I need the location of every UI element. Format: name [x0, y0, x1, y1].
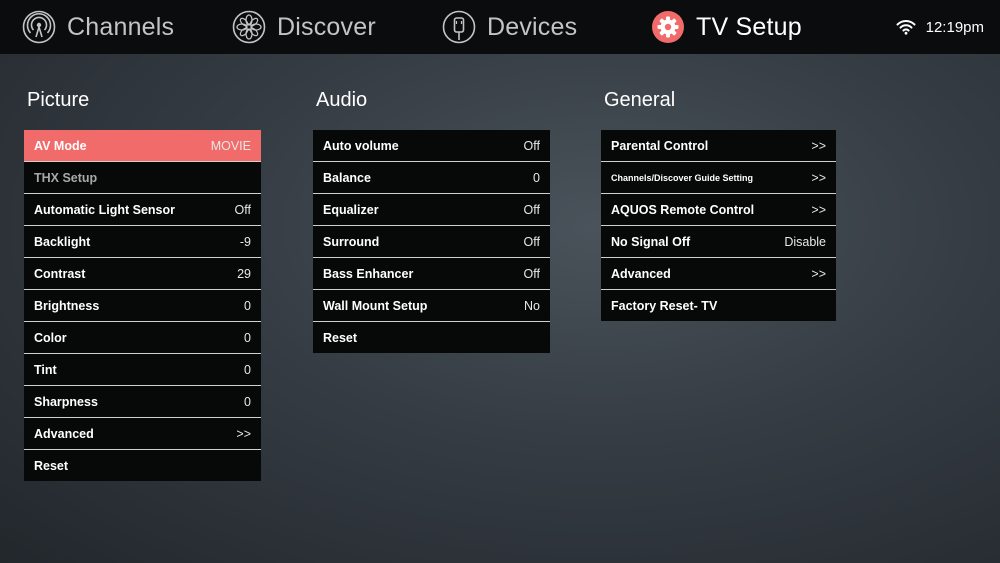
item-label: Reset: [34, 458, 69, 473]
item-value: MOVIE: [210, 138, 251, 153]
item-value: No: [524, 298, 540, 313]
audio-title: Audio: [316, 89, 368, 111]
audio-menu: Auto volume Off Balance 0 Equalizer Off …: [313, 130, 550, 353]
picture-item-sharpness[interactable]: Sharpness 0: [24, 386, 261, 418]
picture-section: Picture AV Mode MOVIE THX Setup Automati…: [24, 86, 261, 481]
audio-item-balance[interactable]: Balance 0: [313, 162, 550, 194]
picture-item-reset[interactable]: Reset: [24, 450, 261, 481]
picture-item-advanced[interactable]: Advanced >>: [24, 418, 261, 450]
picture-item-color[interactable]: Color 0: [24, 322, 261, 354]
nav-discover-label: Discover: [277, 12, 376, 41]
item-label: Advanced: [34, 426, 94, 441]
item-label: Bass Enhancer: [323, 266, 414, 281]
item-value: Disable: [784, 234, 826, 249]
item-value: >>: [236, 426, 251, 441]
devices-icon: [442, 10, 476, 44]
audio-item-surround[interactable]: Surround Off: [313, 226, 550, 258]
item-label: Brightness: [34, 298, 100, 313]
discover-icon: [232, 10, 266, 44]
item-label: Reset: [323, 330, 358, 345]
item-value: 0: [244, 362, 251, 377]
general-item-factory-reset[interactable]: Factory Reset- TV: [601, 290, 836, 321]
nav-channels[interactable]: Channels: [22, 0, 174, 54]
item-value: 0: [244, 298, 251, 313]
audio-item-bass-enhancer[interactable]: Bass Enhancer Off: [313, 258, 550, 290]
item-label: Auto volume: [323, 138, 399, 153]
item-label: Equalizer: [323, 202, 379, 217]
general-item-aquos-remote-control[interactable]: AQUOS Remote Control >>: [601, 194, 836, 226]
gear-icon: [652, 11, 684, 43]
picture-item-av-mode[interactable]: AV Mode MOVIE: [24, 130, 261, 162]
general-menu: Parental Control >> Channels/Discover Gu…: [601, 130, 836, 321]
item-label: No Signal Off: [611, 234, 691, 249]
item-value: 29: [237, 266, 251, 281]
item-label: Parental Control: [611, 138, 709, 153]
nav-tv-setup[interactable]: TV Setup: [651, 0, 802, 54]
nav-devices-label: Devices: [487, 12, 578, 41]
audio-item-equalizer[interactable]: Equalizer Off: [313, 194, 550, 226]
picture-item-brightness[interactable]: Brightness 0: [24, 290, 261, 322]
channels-icon: [22, 10, 56, 44]
item-label: AQUOS Remote Control: [611, 202, 755, 217]
item-value: >>: [811, 266, 826, 281]
picture-item-contrast[interactable]: Contrast 29: [24, 258, 261, 290]
clock: 12:19pm: [925, 18, 984, 36]
item-label: Sharpness: [34, 394, 98, 409]
picture-menu: AV Mode MOVIE THX Setup Automatic Light …: [24, 130, 261, 481]
item-value: Off: [523, 234, 540, 249]
audio-item-auto-volume[interactable]: Auto volume Off: [313, 130, 550, 162]
wifi-icon: [896, 20, 916, 35]
picture-item-thx-setup[interactable]: THX Setup: [24, 162, 261, 194]
item-label: Backlight: [34, 234, 91, 249]
item-value: 0: [244, 394, 251, 409]
item-value: Off: [523, 138, 540, 153]
item-label: Channels/Discover Guide Setting: [611, 172, 754, 183]
status-area: 12:19pm: [896, 0, 984, 54]
item-value: >>: [811, 170, 826, 185]
item-label: Automatic Light Sensor: [34, 202, 175, 217]
item-value: -9: [239, 234, 251, 249]
picture-item-backlight[interactable]: Backlight -9: [24, 226, 261, 258]
item-label: THX Setup: [34, 170, 98, 185]
item-label: Color: [34, 330, 67, 345]
top-nav-bar: Channels Discover Devices TV Setup 12:19…: [0, 0, 1000, 54]
item-value: 0: [533, 170, 540, 185]
item-value: Off: [523, 266, 540, 281]
general-item-no-signal-off[interactable]: No Signal Off Disable: [601, 226, 836, 258]
item-label: AV Mode: [34, 138, 87, 153]
item-label: Factory Reset- TV: [611, 298, 718, 313]
item-value: >>: [811, 202, 826, 217]
item-value: Off: [234, 202, 251, 217]
general-item-parental-control[interactable]: Parental Control >>: [601, 130, 836, 162]
general-title: General: [604, 89, 676, 111]
item-label: Tint: [34, 362, 57, 377]
item-value: 0: [244, 330, 251, 345]
item-value: >>: [811, 138, 826, 153]
nav-tv-setup-label: TV Setup: [696, 12, 802, 41]
item-label: Contrast: [34, 266, 86, 281]
audio-section: Audio Auto volume Off Balance 0 Equalize…: [313, 86, 550, 353]
item-label: Wall Mount Setup: [323, 298, 428, 313]
nav-channels-label: Channels: [67, 12, 175, 41]
picture-item-automatic-light-sensor[interactable]: Automatic Light Sensor Off: [24, 194, 261, 226]
item-label: Balance: [323, 170, 371, 185]
audio-item-reset[interactable]: Reset: [313, 322, 550, 353]
general-item-advanced[interactable]: Advanced >>: [601, 258, 836, 290]
item-value: Off: [523, 202, 540, 217]
nav-devices[interactable]: Devices: [442, 0, 577, 54]
picture-item-tint[interactable]: Tint 0: [24, 354, 261, 386]
general-item-guide-setting[interactable]: Channels/Discover Guide Setting >>: [601, 162, 836, 194]
audio-item-wall-mount-setup[interactable]: Wall Mount Setup No: [313, 290, 550, 322]
nav-discover[interactable]: Discover: [232, 0, 376, 54]
general-section: General Parental Control >> Channels/Dis…: [601, 86, 836, 321]
item-label: Advanced: [611, 266, 671, 281]
item-label: Surround: [323, 234, 380, 249]
picture-title: Picture: [27, 89, 90, 111]
